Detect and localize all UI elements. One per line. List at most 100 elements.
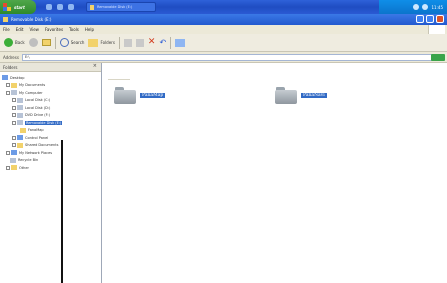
copy-to-icon[interactable] xyxy=(135,38,144,47)
network-icon xyxy=(11,150,17,156)
folder-icon xyxy=(20,127,26,133)
expand-icon[interactable] xyxy=(12,98,16,103)
search-button[interactable]: Search xyxy=(59,37,85,49)
menu-edit[interactable]: Edit xyxy=(16,27,24,32)
removable-drive-icon xyxy=(17,120,23,126)
media-icon[interactable] xyxy=(68,4,74,10)
tree-item-desktop[interactable]: Desktop xyxy=(0,74,101,82)
maximize-button[interactable] xyxy=(426,15,434,23)
volume-icon[interactable] xyxy=(422,4,429,10)
folder-icon xyxy=(11,82,17,88)
address-label: Address xyxy=(3,54,19,60)
start-label: start xyxy=(14,4,25,10)
tree-item-drive-d[interactable]: Local Disk (D:) xyxy=(0,104,101,112)
mail-icon[interactable] xyxy=(57,4,63,10)
folder-item-panamap[interactable]: PanaMap xyxy=(114,86,166,104)
close-pane-icon[interactable]: × xyxy=(93,63,97,69)
tree-item-label: My Network Places xyxy=(19,150,53,155)
forward-button[interactable] xyxy=(28,37,38,49)
tree-item-label: My Computer xyxy=(19,90,43,95)
toolbar: Back Search Folders ✕ ↶ xyxy=(0,34,447,52)
move-to-icon[interactable] xyxy=(123,38,132,47)
drive-icon xyxy=(3,17,8,22)
minimize-button[interactable] xyxy=(416,15,424,23)
collapse-icon[interactable] xyxy=(6,90,10,95)
tree-item-label: DVD Drive (F:) xyxy=(25,113,50,118)
search-icon xyxy=(59,38,69,47)
taskbar-window-label: Removable Disk (E:) xyxy=(97,5,133,9)
search-label: Search xyxy=(70,40,85,45)
folder-up-icon[interactable] xyxy=(41,39,51,46)
tree-item-my-documents[interactable]: My Documents xyxy=(0,82,101,90)
window-title: Removable Disk (E:) xyxy=(11,17,52,22)
undo-icon[interactable]: ↶ xyxy=(159,38,166,47)
folder-icon xyxy=(114,86,136,104)
tree-item-label: Desktop xyxy=(10,75,25,80)
tree-item-label: Local Disk (D:) xyxy=(25,105,51,110)
menu-view[interactable]: View xyxy=(29,27,39,32)
tree-item-removable-disk[interactable]: Removable Disk (E:) xyxy=(0,119,101,127)
drive-icon xyxy=(17,105,23,111)
tree-item-recycle-bin[interactable]: Recycle Bin xyxy=(0,157,101,165)
taskbar-window-button[interactable]: Removable Disk (E:) xyxy=(86,2,156,12)
expand-icon[interactable] xyxy=(12,143,16,148)
start-button[interactable]: start xyxy=(0,0,36,14)
windows-logo-icon xyxy=(428,25,445,34)
folders-button[interactable]: Folders xyxy=(88,37,115,49)
file-list-pane: PanaMap PanaNavi xyxy=(103,63,447,283)
drive-icon xyxy=(17,97,23,103)
go-button[interactable] xyxy=(431,54,445,61)
menu-tools[interactable]: Tools xyxy=(69,27,79,32)
expand-icon[interactable] xyxy=(6,150,10,155)
address-value: E:\ xyxy=(24,55,30,59)
close-button[interactable] xyxy=(436,15,444,23)
tree-item-other[interactable]: Other xyxy=(0,164,101,172)
tree-item-label: Local Disk (C:) xyxy=(25,98,51,103)
tree-item-shared-documents[interactable]: Shared Documents xyxy=(0,142,101,150)
folders-pane-title: Folders xyxy=(3,64,18,70)
folders-pane-header: Folders × xyxy=(0,63,101,72)
toolbar-separator xyxy=(118,36,120,49)
views-icon[interactable] xyxy=(175,38,186,47)
computer-icon xyxy=(11,90,17,96)
desktop-icon xyxy=(2,75,8,81)
tree-item-my-computer[interactable]: My Computer xyxy=(0,89,101,97)
browser-icon[interactable] xyxy=(46,4,52,10)
collapse-icon[interactable] xyxy=(12,120,16,125)
tree-item-label: FanaMap xyxy=(28,128,44,133)
dvd-drive-icon xyxy=(17,112,23,118)
expand-icon[interactable] xyxy=(12,113,16,118)
taskbar: start Removable Disk (E:) 11:45 xyxy=(0,0,447,14)
tree-item-drive-f[interactable]: DVD Drive (F:) xyxy=(0,112,101,120)
delete-icon[interactable]: ✕ xyxy=(148,38,156,47)
tree-item-label: Other xyxy=(19,165,29,170)
tree-item-network-places[interactable]: My Network Places xyxy=(0,149,101,157)
folder-icon xyxy=(17,142,23,148)
folder-icon xyxy=(11,165,17,171)
network-icon[interactable] xyxy=(413,4,420,10)
window-title-bar[interactable]: Removable Disk (E:) xyxy=(0,14,447,25)
quick-launch xyxy=(46,4,74,10)
folder-icon xyxy=(90,4,94,10)
back-arrow-icon xyxy=(4,38,13,47)
folder-item-pananavi[interactable]: PanaNavi xyxy=(275,86,327,104)
menu-favorites[interactable]: Favorites xyxy=(45,27,63,32)
tree-item-control-panel[interactable]: Control Panel xyxy=(0,134,101,142)
folders-pane: Folders × Desktop My Documents My Comput… xyxy=(0,63,102,283)
menu-help[interactable]: Help xyxy=(85,27,94,32)
menu-file[interactable]: File xyxy=(3,27,10,32)
toolbar-separator xyxy=(170,36,172,49)
forward-arrow-icon xyxy=(28,38,38,47)
expand-icon[interactable] xyxy=(6,83,10,88)
tree-item-label: Recycle Bin xyxy=(18,158,39,163)
clock: 11:45 xyxy=(431,4,443,10)
back-button[interactable]: Back xyxy=(4,37,25,49)
address-input[interactable]: E:\ xyxy=(21,53,432,61)
expand-icon[interactable] xyxy=(12,135,16,140)
tree-item-fanamap[interactable]: FanaMap xyxy=(0,127,101,135)
expand-icon[interactable] xyxy=(6,165,10,170)
expand-icon[interactable] xyxy=(12,105,16,110)
menu-bar: File Edit View Favorites Tools Help xyxy=(0,25,447,34)
tree-item-label: My Documents xyxy=(19,83,46,88)
tree-item-drive-c[interactable]: Local Disk (C:) xyxy=(0,97,101,105)
